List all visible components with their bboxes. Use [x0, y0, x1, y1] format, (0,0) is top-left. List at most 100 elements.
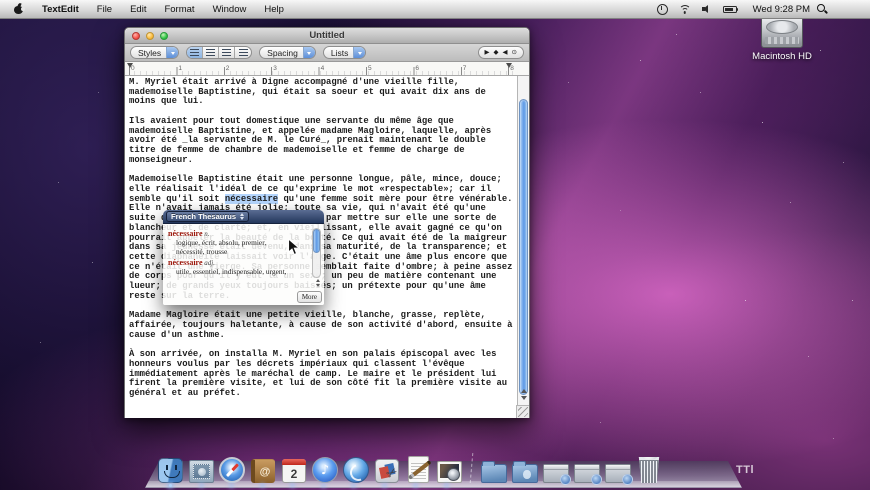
align-right-button[interactable] [235, 47, 251, 58]
align-justify-icon [222, 49, 232, 56]
menu-bar: TextEdit File Edit Format Window Help Wed 9:2… [0, 0, 870, 19]
tab-right-icon[interactable]: ◀ [503, 49, 508, 56]
styles-label: Styles [138, 47, 162, 58]
thesaurus-body: nécessaire n. logique, écrit, absolu, pre… [163, 224, 324, 305]
ruler-number: 4 [320, 65, 325, 72]
menu-textedit[interactable]: TextEdit [33, 0, 88, 19]
tab-left-icon[interactable]: ▶ [485, 49, 490, 56]
dock-minimized-window[interactable] [543, 455, 571, 485]
camino-icon [343, 457, 369, 483]
battery-icon[interactable] [722, 5, 739, 13]
vertical-scrollbar[interactable] [517, 76, 529, 418]
document-line: monseigneur. [129, 154, 193, 165]
selected-word[interactable]: nécessaire [224, 193, 279, 204]
ruler-number: 1 [178, 65, 183, 72]
hard-drive-label: Macintosh HD [752, 51, 812, 62]
updown-arrows-icon [240, 211, 245, 222]
scroll-down-icon[interactable] [316, 284, 320, 289]
thesaurus-scroll-thumb[interactable] [313, 229, 320, 253]
menu-file[interactable]: File [88, 0, 121, 19]
chevron-down-icon [302, 47, 315, 58]
applications-folder-icon [512, 461, 538, 483]
spacing-label: Spacing [267, 47, 298, 58]
title-bar[interactable]: Untitled [125, 28, 529, 44]
ruler[interactable]: 012345678 [125, 62, 529, 76]
alignment-segmented-control [186, 46, 253, 59]
ruler-number: 6 [415, 65, 420, 72]
document-line: général et au préfet. [129, 388, 241, 398]
thesaurus-headword: nécessaire [168, 258, 203, 267]
window-title: Untitled [309, 30, 345, 41]
thesaurus-source-popup[interactable]: French Thesaurus [166, 211, 250, 222]
thesaurus-entry-head: nécessaire n. [168, 229, 308, 238]
scroll-down-icon[interactable] [520, 395, 527, 403]
tab-stop-well: ▶ ◆ ◀ ⊙ [477, 46, 524, 59]
scroll-up-icon[interactable] [520, 386, 527, 393]
dock-mail[interactable] [188, 455, 214, 483]
menu-edit[interactable]: Edit [121, 0, 155, 19]
ruler-number: 3 [273, 65, 277, 72]
document-line: moins que lui. [129, 96, 204, 107]
preview-icon [375, 459, 399, 483]
ical-day-number: 2 [290, 466, 298, 481]
menu-help[interactable]: Help [255, 0, 293, 19]
apple-menu-icon[interactable] [14, 2, 25, 14]
align-center-button[interactable] [203, 47, 220, 58]
tab-center-icon[interactable]: ◆ [494, 49, 499, 56]
address-book-icon [251, 459, 275, 483]
align-right-icon [238, 49, 248, 56]
styles-dropdown[interactable]: Styles [130, 46, 180, 59]
chevron-down-icon [166, 47, 179, 58]
spacing-dropdown[interactable]: Spacing [259, 46, 316, 59]
thesaurus-title: French Thesaurus [171, 212, 237, 221]
dock-address-book[interactable] [250, 455, 276, 483]
document-line: cause d'un asthme. [129, 329, 225, 340]
resize-grip[interactable] [516, 405, 529, 418]
dock-preview[interactable] [374, 455, 400, 483]
dock-ical[interactable]: 2 [281, 455, 307, 483]
tab-decimal-icon[interactable]: ⊙ [512, 49, 517, 56]
dock-minimized-window[interactable] [605, 455, 633, 485]
part-of-speech: n. [202, 230, 210, 238]
dock-running-indicators [169, 484, 172, 487]
right-margin-marker[interactable] [506, 63, 512, 71]
more-button[interactable]: More [296, 291, 322, 303]
ical-icon: 2 [282, 459, 306, 483]
left-margin-marker[interactable] [127, 63, 133, 71]
spotlight-icon[interactable] [816, 3, 828, 15]
macintosh-hd-desktop-icon[interactable]: Macintosh HD [752, 16, 812, 62]
align-left-button[interactable] [187, 47, 204, 58]
ruler-number: 7 [462, 65, 467, 72]
itunes-icon [312, 457, 338, 483]
menu-clock[interactable]: Wed 9:28 PM [747, 0, 816, 19]
dock-iphoto[interactable] [436, 455, 462, 483]
menu-format[interactable]: Format [155, 0, 203, 19]
dock: 2 [145, 444, 742, 490]
trash-icon [638, 457, 660, 483]
wifi-icon[interactable] [678, 4, 691, 14]
align-justify-button[interactable] [219, 47, 236, 58]
dock-minimized-window[interactable] [574, 455, 602, 485]
thesaurus-scrollbar[interactable] [312, 228, 321, 278]
dock-documents-folder[interactable] [481, 455, 507, 483]
thesaurus-synonyms: utile, essentiel, indispensable, urgent, [176, 267, 287, 276]
volume-icon[interactable] [701, 4, 712, 14]
dock-separator [469, 453, 474, 483]
thesaurus-header[interactable]: French Thesaurus [163, 210, 324, 224]
menu-window[interactable]: Window [204, 0, 256, 19]
dock-finder[interactable] [157, 455, 183, 483]
minimized-window-icon [543, 464, 571, 485]
dock-camino[interactable] [343, 455, 369, 483]
dock-safari[interactable] [219, 455, 245, 483]
align-left-icon [190, 49, 200, 56]
scroll-up-icon[interactable] [316, 277, 320, 282]
scrollbar-thumb[interactable] [519, 99, 528, 395]
dock-textedit[interactable] [405, 455, 431, 483]
lists-label: Lists [330, 47, 349, 58]
dock-applications-folder[interactable] [512, 455, 538, 483]
minimized-window-icon [574, 464, 602, 485]
lists-dropdown[interactable]: Lists [322, 46, 367, 59]
dock-trash[interactable] [636, 455, 662, 483]
time-machine-icon[interactable] [656, 3, 668, 15]
dock-itunes[interactable] [312, 455, 338, 483]
